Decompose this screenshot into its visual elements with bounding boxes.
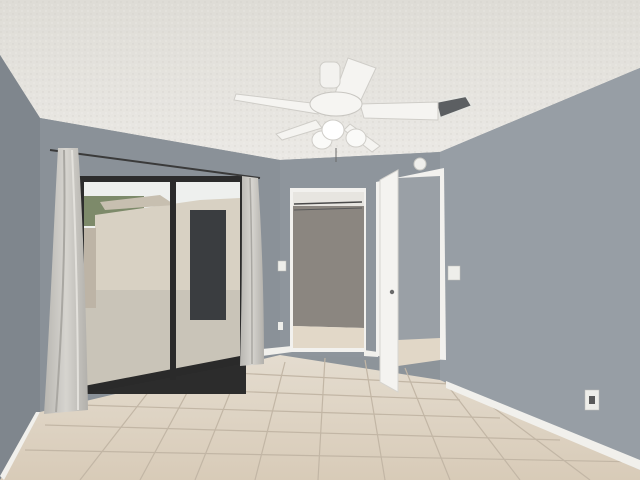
light-switch-right: [447, 265, 461, 281]
outlet-left: [278, 322, 283, 330]
smoke-detector: [413, 157, 427, 171]
bedroom-photo: [0, 0, 640, 480]
fan-blade: [359, 101, 439, 121]
open-door: [379, 169, 399, 393]
door-knob: [389, 289, 395, 295]
sliding-glass-door: [78, 176, 246, 394]
outlet-socket: [589, 396, 595, 404]
room-illustration: [0, 0, 640, 480]
closet-opening: [290, 188, 366, 352]
light-switch-plate: [277, 260, 287, 272]
neighbor-door: [190, 210, 226, 320]
